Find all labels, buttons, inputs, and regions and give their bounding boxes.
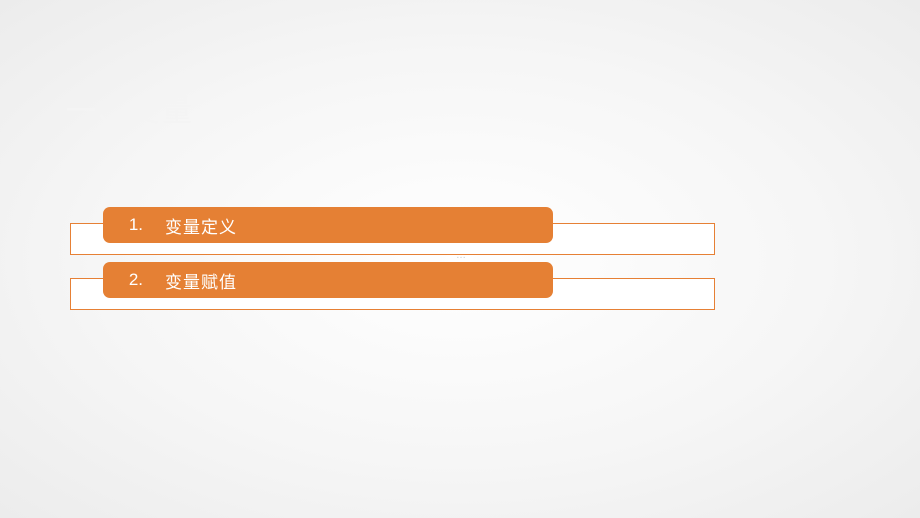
separator-mark: … xyxy=(456,250,467,261)
list-item: 1. 变量定义 xyxy=(103,207,553,243)
item-label: 变量赋值 xyxy=(147,268,237,293)
list-item: 2. 变量赋值 xyxy=(103,262,553,298)
item-label: 变量定义 xyxy=(147,213,237,238)
page-title: 一、变量 xyxy=(66,86,194,130)
item-number: 2. xyxy=(103,270,147,290)
item-number: 1. xyxy=(103,215,147,235)
